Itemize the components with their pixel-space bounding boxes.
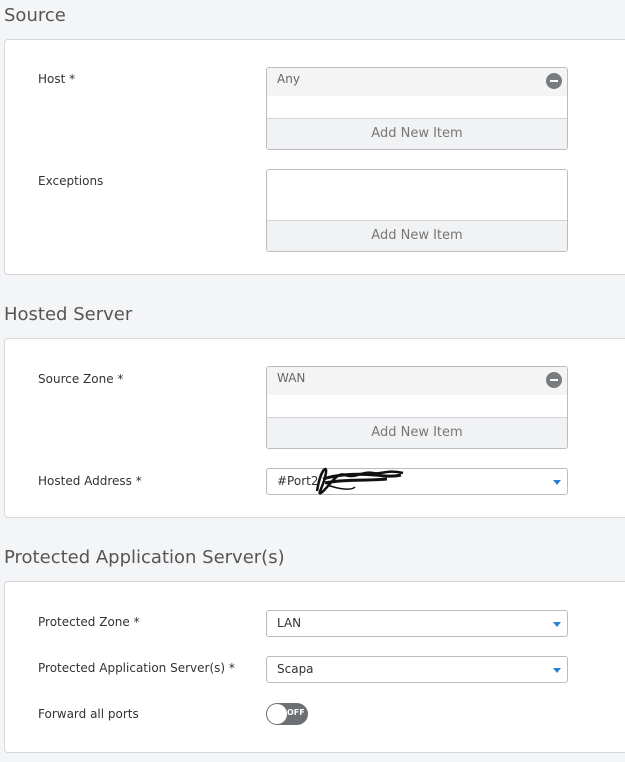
host-item-label: Any bbox=[277, 72, 300, 86]
protected-zone-label: Protected Zone * bbox=[38, 615, 140, 629]
remove-circle-icon[interactable] bbox=[546, 372, 562, 388]
toggle-knob bbox=[267, 704, 287, 724]
protected-zone-select[interactable]: LAN bbox=[266, 610, 568, 637]
redaction-scribble bbox=[315, 467, 404, 495]
forward-ports-label: Forward all ports bbox=[38, 707, 139, 721]
source-panel: Host * Any Add New Item Exceptions Add N… bbox=[4, 39, 625, 275]
hosted-server-section-title: Hosted Server bbox=[4, 304, 133, 325]
exceptions-add-new-item-button[interactable]: Add New Item bbox=[267, 220, 567, 251]
source-zone-item-label: WAN bbox=[277, 371, 306, 385]
toggle-off-text: OFF bbox=[287, 708, 305, 717]
protected-servers-select[interactable]: Scapa bbox=[266, 656, 568, 683]
protected-section-title: Protected Application Server(s) bbox=[4, 547, 285, 568]
source-section-title: Source bbox=[4, 5, 66, 26]
source-zone-add-new-item-button[interactable]: Add New Item bbox=[267, 417, 567, 448]
host-add-new-item-button[interactable]: Add New Item bbox=[267, 118, 567, 149]
protected-servers-label: Protected Application Server(s) * bbox=[38, 661, 235, 675]
source-zone-list-item: WAN bbox=[267, 367, 567, 395]
source-zone-label: Source Zone * bbox=[38, 372, 124, 386]
exceptions-label: Exceptions bbox=[38, 174, 104, 188]
host-list-item: Any bbox=[267, 68, 567, 96]
hosted-server-panel: Source Zone * WAN Add New Item Hosted Ad… bbox=[4, 338, 625, 518]
chevron-down-icon bbox=[553, 480, 561, 485]
protected-servers-value: Scapa bbox=[277, 662, 314, 676]
hosted-address-select[interactable]: #Port2 bbox=[266, 467, 568, 495]
source-zone-list-spacer bbox=[267, 395, 567, 417]
chevron-down-icon bbox=[553, 622, 561, 627]
host-listbox: Any Add New Item bbox=[266, 67, 568, 150]
protected-zone-value: LAN bbox=[277, 616, 302, 630]
protected-panel: Protected Zone * LAN Protected Applicati… bbox=[4, 581, 625, 753]
source-zone-listbox: WAN Add New Item bbox=[266, 366, 568, 449]
forward-ports-toggle[interactable]: OFF bbox=[266, 703, 308, 725]
host-label: Host * bbox=[38, 72, 76, 86]
exceptions-listbox: Add New Item bbox=[266, 169, 568, 252]
chevron-down-icon bbox=[553, 668, 561, 673]
remove-circle-icon[interactable] bbox=[546, 73, 562, 89]
host-list-spacer bbox=[267, 96, 567, 118]
exceptions-list-empty bbox=[267, 170, 567, 220]
hosted-address-value: #Port2 bbox=[277, 474, 319, 488]
hosted-address-label: Hosted Address * bbox=[38, 474, 142, 488]
